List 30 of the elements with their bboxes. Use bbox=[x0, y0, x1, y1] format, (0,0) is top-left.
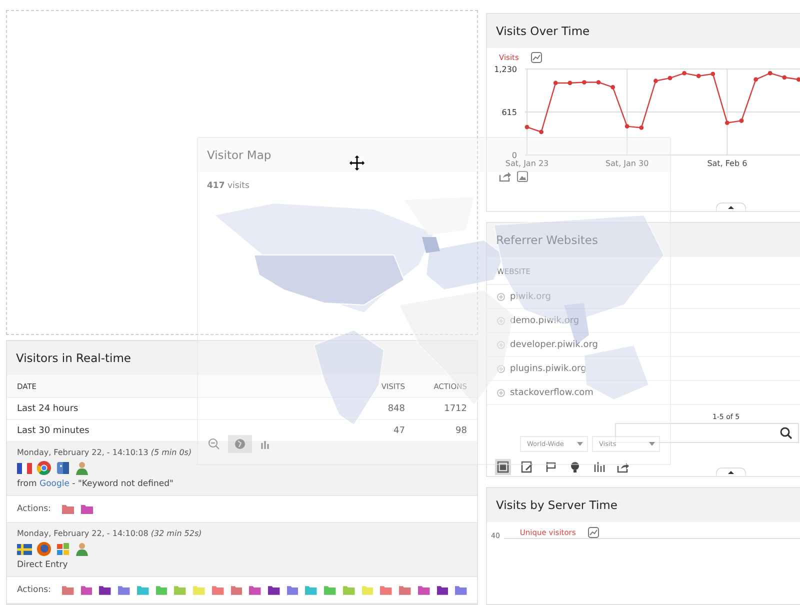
table-cell: stackoverflow.com bbox=[510, 388, 594, 398]
referrer-link[interactable]: Google bbox=[39, 479, 70, 489]
table-cell: developer.piwik.org bbox=[510, 340, 598, 350]
table-cell-text: 98 bbox=[454, 426, 467, 436]
visit-time: Monday, February 22, - 14:10:13 (5 min 0s) bbox=[17, 448, 192, 457]
actions-label: Actions: bbox=[17, 585, 51, 595]
axis-label: 615 bbox=[502, 108, 517, 117]
referrer-text: from Google - "Keyword not defined" bbox=[17, 479, 174, 489]
table-cell: piwik.org bbox=[510, 292, 551, 302]
axis-label: 1,230 bbox=[494, 65, 517, 74]
referrer-text: Direct Entry bbox=[17, 560, 68, 570]
widget-title: Referrer Websites bbox=[496, 233, 598, 248]
widget-title: Visitors in Real-time bbox=[16, 351, 131, 365]
actions-label: Actions: bbox=[17, 504, 51, 514]
axis-label: Sat, Jan 23 bbox=[505, 159, 549, 168]
table-cell-text: Last 30 minutes bbox=[17, 426, 90, 436]
visit-time: Monday, February 22, - 14:10:08 (32 min 52s) bbox=[17, 529, 202, 538]
table-cell-text: 47 bbox=[392, 426, 405, 436]
axis-label: Sat, Jan 30 bbox=[605, 159, 649, 168]
axis-label: Sat, Feb 6 bbox=[707, 159, 748, 168]
table-cell-text: Last 24 hours bbox=[17, 404, 80, 414]
axis-label: 0 bbox=[512, 151, 517, 160]
table-cell-text: 1712 bbox=[443, 404, 467, 414]
widget-title: Visits by Server Time bbox=[496, 498, 618, 512]
table-cell: demo.piwik.org bbox=[510, 316, 580, 326]
widget-title: Visits Over Time bbox=[496, 24, 590, 38]
widget-title: Visitor Map bbox=[207, 148, 272, 162]
table-cell-text: 848 bbox=[386, 404, 405, 414]
visits-summary: 417 visits bbox=[206, 180, 250, 191]
table-cell: plugins.piwik.org bbox=[510, 364, 586, 374]
